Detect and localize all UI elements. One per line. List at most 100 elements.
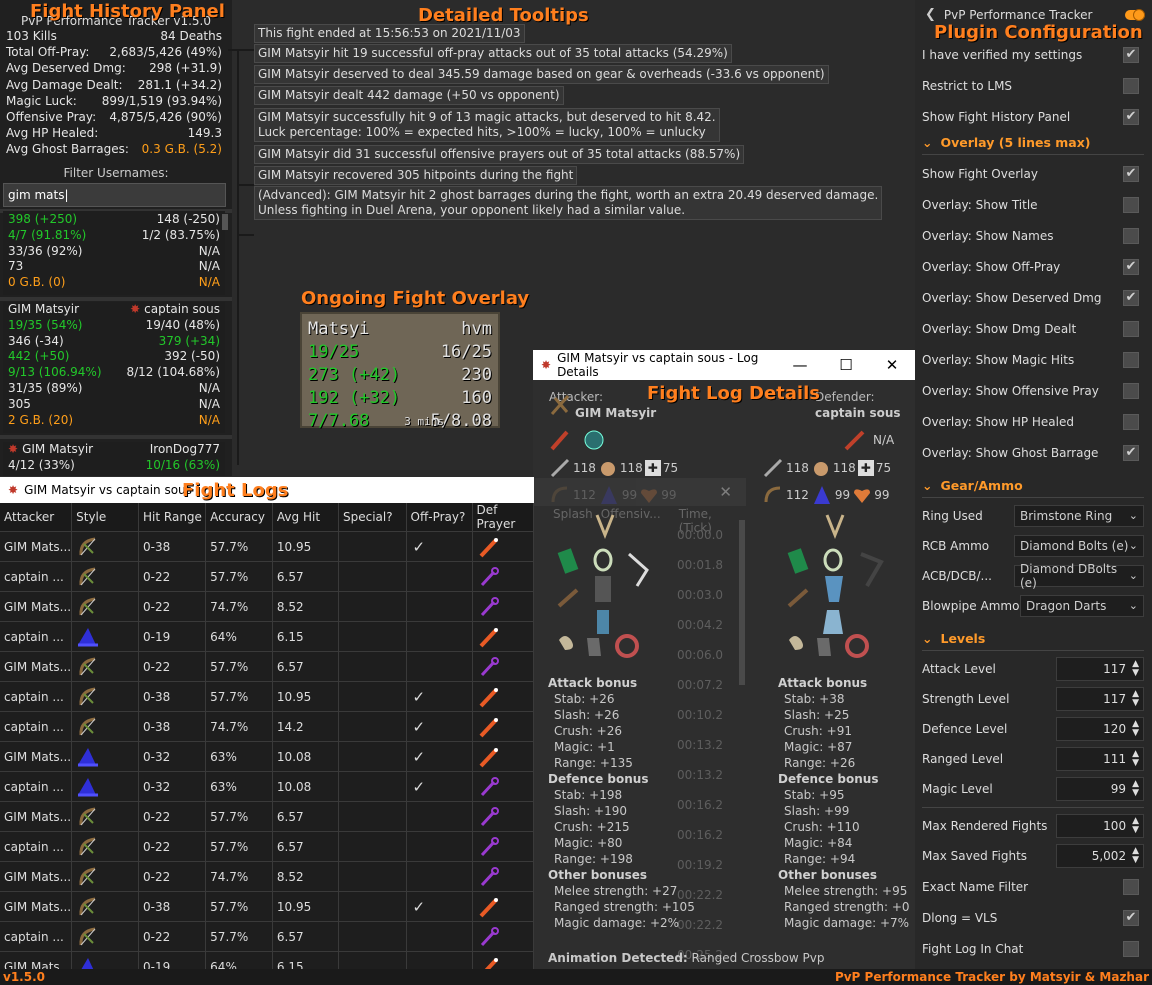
left-value: 4/12 (33%) [8,457,75,472]
spinner-arrows-icon[interactable]: ▲ ▼ [1132,749,1139,768]
config-checkbox-row[interactable]: Overlay: Show Ghost Barrage ✔ [922,437,1144,468]
minimize-icon[interactable]: — [777,356,823,374]
spinner-arrows-icon[interactable]: ▲ ▼ [1132,779,1139,798]
config-checkbox-row[interactable]: Overlay: Show Magic Hits [922,344,1144,375]
defender-bonus-list: Attack bonus Stab: +38 Slash: +25 Crush: +9… [778,675,910,931]
spinner-arrows-icon[interactable]: ▲ ▼ [1132,846,1139,865]
left-value: 398 (+250) [8,212,78,226]
checked-checkbox[interactable]: ✔ [1123,165,1139,182]
unchecked-checkbox[interactable] [1123,320,1139,337]
close-icon[interactable]: ✕ [869,356,915,374]
config-checkbox-row[interactable]: Overlay: Show Title [922,189,1144,220]
column-header[interactable]: Special? [338,503,407,532]
config-checkbox-row[interactable]: Exact Name Filter [922,871,1144,902]
table-row[interactable]: GIM Mats... 0-38 57.7% 10.95 ✓ [0,531,535,562]
column-header[interactable]: Def Prayer [472,503,535,532]
config-checkbox-row[interactable]: Overlay: Show Off-Pray ✔ [922,251,1144,282]
unchecked-checkbox[interactable] [1123,351,1139,368]
back-chevron-icon[interactable]: ❮ [925,7,936,22]
details-titlebar[interactable]: ✸ GIM Matsyir vs captain sous - Log Deta… [533,350,915,380]
column-header[interactable]: Off-Pray? [406,503,473,532]
config-checkbox-row[interactable]: Overlay: Show HP Healed [922,406,1144,437]
table-row[interactable]: GIM Mats... 0-22 57.7% 6.57 [0,801,535,832]
config-section-header[interactable]: ⌄ Gear/Ammo [922,474,1144,498]
config-dropdown[interactable]: Diamond DBolts (e) ⌄ [1014,562,1144,590]
table-row[interactable]: captain ... 0-38 57.7% 10.95 ✓ [0,681,535,712]
checked-checkbox[interactable]: ✔ [1123,289,1139,306]
table-row[interactable]: captain ... 0-19 64% 6.15 [0,621,535,652]
column-header[interactable]: Hit Range [138,503,207,532]
fight-stat-row: 9/13 (106.94%) 8/12 (104.68%) [3,365,225,381]
number-spinner[interactable]: 5,002 ▲ ▼ [1056,843,1144,868]
scrollbar-thumb[interactable] [739,520,745,685]
config-checkbox-row[interactable]: Overlay: Show Names [922,220,1144,251]
checked-checkbox[interactable]: ✔ [1123,444,1139,461]
unchecked-checkbox[interactable] [1123,227,1139,244]
off-pray-cell [406,621,473,652]
config-checkbox-row[interactable]: Overlay: Show Offensive Pray [922,375,1144,406]
table-row[interactable]: captain ... 0-38 74.7% 14.2 ✓ [0,711,535,742]
filter-username-input[interactable]: gim mats| [3,183,226,207]
config-dropdown[interactable]: Brimstone Ring ⌄ [1014,504,1144,527]
unchecked-checkbox[interactable] [1123,878,1139,895]
config-checkbox-row[interactable]: Restrict to LMS [922,70,1144,101]
checked-checkbox[interactable]: ✔ [1123,258,1139,275]
maximize-icon[interactable]: ☐ [823,356,869,374]
fight-entry[interactable]: 398 (+250) 148 (-250) 4/7 (91.81%) 1/2 (83.… [3,211,225,295]
spinner-arrows-icon[interactable]: ▲ ▼ [1132,689,1139,708]
number-spinner[interactable]: 117 ▲ ▼ [1056,656,1144,681]
config-dropdown[interactable]: Dragon Darts ⌄ [1020,594,1144,617]
config-checkbox-row[interactable]: Show Fight History Panel ✔ [922,101,1144,132]
number-spinner[interactable]: 100 ▲ ▼ [1056,813,1144,838]
close-icon[interactable]: ✕ [719,483,732,501]
config-checkbox-row[interactable]: Dlong = VLS ✔ [922,902,1144,933]
config-label: Show Fight Overlay [922,166,1038,181]
number-spinner[interactable]: 117 ▲ ▼ [1056,686,1144,711]
table-row[interactable]: GIM Mats... 0-38 57.7% 10.95 ✓ [0,891,535,922]
column-header[interactable]: Style [71,503,140,532]
checked-checkbox[interactable]: ✔ [1123,909,1139,926]
staff-red-icon [472,681,535,712]
checked-checkbox[interactable]: ✔ [1123,46,1139,63]
config-section-header[interactable]: ⌄ Overlay (5 lines max) [922,131,1144,155]
config-checkbox-row[interactable]: Overlay: Show Dmg Dealt [922,313,1144,344]
table-row[interactable]: GIM Mats... 0-32 63% 10.08 ✓ [0,741,535,772]
table-row[interactable]: GIM Mats... 0-22 57.7% 6.57 [0,651,535,682]
behind-time: 00:00.0 [677,528,724,542]
spinner-arrows-icon[interactable]: ▲ ▼ [1132,816,1139,835]
column-header[interactable]: Attacker [0,503,73,532]
config-checkbox-row[interactable]: Show Fight Overlay ✔ [922,158,1144,189]
spinner-value: 117 [1103,691,1127,706]
table-row[interactable]: captain ... 0-22 57.7% 6.57 [0,561,535,592]
fight-entry[interactable]: ✸ GIM Matsyir IronDog777 4/12 (33%) 10/16 (6… [3,442,225,476]
table-row[interactable]: GIM Mats... 0-22 74.7% 8.52 [0,861,535,892]
table-row[interactable]: captain ... 0-32 63% 10.08 ✓ [0,771,535,802]
table-row[interactable]: captain ... 0-22 57.7% 6.57 [0,831,535,862]
plugin-toggle[interactable] [1125,8,1145,21]
unchecked-checkbox[interactable] [1123,940,1139,957]
left-value: 33/36 (92%) [8,243,83,258]
spinner-arrows-icon[interactable]: ▲ ▼ [1132,719,1139,738]
hit-range-cell: 0-22 [138,561,207,592]
column-header[interactable]: Avg Hit [272,503,339,532]
tooltip: GIM Matsyir successfully hit 9 of 13 mag… [254,108,720,142]
attacker-cell: GIM Mats... [0,741,73,772]
config-dropdown[interactable]: Diamond Bolts (e) ⌄ [1014,534,1144,557]
checked-checkbox[interactable]: ✔ [1123,108,1139,125]
config-checkbox-row[interactable]: Overlay: Show Deserved Dmg ✔ [922,282,1144,313]
number-spinner[interactable]: 120 ▲ ▼ [1056,716,1144,741]
config-checkbox-row[interactable]: Fight Log In Chat [922,933,1144,964]
unchecked-checkbox[interactable] [1123,77,1139,94]
config-checkbox-row[interactable]: I have verified my settings ✔ [922,39,1144,70]
table-row[interactable]: captain ... 0-22 57.7% 6.57 [0,921,535,952]
config-section-header[interactable]: ⌄ Levels [922,627,1144,651]
unchecked-checkbox[interactable] [1123,413,1139,430]
table-row[interactable]: GIM Mats... 0-22 74.7% 8.52 [0,591,535,622]
spinner-arrows-icon[interactable]: ▲ ▼ [1132,659,1139,678]
fight-entry[interactable]: GIM Matsyir ✸ captain sous 19/35 (54%) 19/40… [3,302,225,433]
number-spinner[interactable]: 111 ▲ ▼ [1056,746,1144,771]
column-header[interactable]: Accuracy [205,503,273,532]
unchecked-checkbox[interactable] [1123,382,1139,399]
number-spinner[interactable]: 99 ▲ ▼ [1056,776,1144,801]
unchecked-checkbox[interactable] [1123,196,1139,213]
